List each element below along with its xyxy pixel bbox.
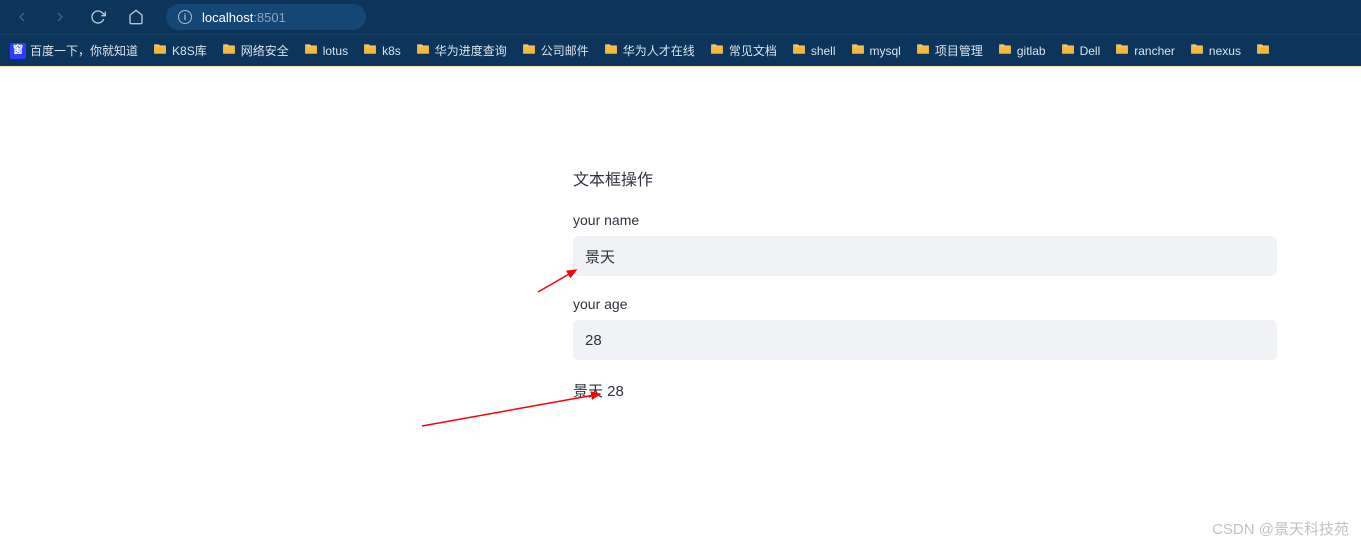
bookmark-label: 项目管理	[935, 42, 983, 59]
bookmark-label: lotus	[323, 44, 348, 58]
bookmark-item[interactable]: mysql	[846, 40, 905, 61]
bookmark-label: shell	[811, 44, 836, 58]
home-button[interactable]	[122, 3, 150, 31]
folder-icon	[221, 42, 237, 59]
bookmark-item[interactable]: shell	[787, 40, 840, 61]
age-input[interactable]	[573, 320, 1277, 360]
folder-icon	[1255, 42, 1271, 59]
age-label: your age	[573, 296, 1277, 312]
folder-icon	[1189, 42, 1205, 59]
name-label: your name	[573, 212, 1277, 228]
site-info-icon[interactable]: i	[178, 10, 192, 24]
name-input[interactable]	[573, 236, 1277, 276]
folder-icon	[915, 42, 931, 59]
folder-icon	[521, 42, 537, 59]
bookmark-item[interactable]: 网络安全	[217, 40, 293, 61]
bookmark-label: nexus	[1209, 44, 1241, 58]
bookmark-item[interactable]: K8S库	[148, 40, 211, 61]
bookmark-label: 华为人才在线	[623, 42, 695, 59]
bookmark-label: mysql	[870, 44, 901, 58]
back-button[interactable]	[8, 3, 36, 31]
bookmark-item[interactable]: 窗百度一下，你就知道	[6, 40, 142, 61]
bookmark-label: 常见文档	[729, 42, 777, 59]
bookmark-label: 百度一下，你就知道	[30, 42, 138, 59]
folder-icon	[603, 42, 619, 59]
bookmark-item[interactable]: 公司邮件	[517, 40, 593, 61]
bookmark-item[interactable]: 项目管理	[911, 40, 987, 61]
bookmark-label: gitlab	[1017, 44, 1046, 58]
bookmark-label: 华为进度查询	[435, 42, 507, 59]
bookmark-item[interactable]: gitlab	[993, 40, 1050, 61]
folder-icon	[997, 42, 1013, 59]
forward-button[interactable]	[46, 3, 74, 31]
baidu-icon: 窗	[10, 43, 26, 59]
bookmarks-bar: 窗百度一下，你就知道 K8S库 网络安全 lotus k8s 华为进度查询 公司邮件 华为人才…	[0, 34, 1361, 66]
bookmark-item[interactable]: 华为进度查询	[411, 40, 511, 61]
bookmark-item[interactable]	[1251, 40, 1279, 61]
bookmark-label: Dell	[1080, 44, 1101, 58]
output-text: 景天 28	[573, 380, 1277, 401]
bookmark-label: K8S库	[172, 42, 207, 59]
folder-icon	[709, 42, 725, 59]
folder-icon	[362, 42, 378, 59]
bookmark-label: rancher	[1134, 44, 1175, 58]
bookmark-label: k8s	[382, 44, 401, 58]
bookmark-item[interactable]: nexus	[1185, 40, 1245, 61]
divider	[0, 66, 1361, 67]
bookmark-label: 网络安全	[241, 42, 289, 59]
bookmark-item[interactable]: lotus	[299, 40, 352, 61]
folder-icon	[850, 42, 866, 59]
folder-icon	[415, 42, 431, 59]
folder-icon	[1060, 42, 1076, 59]
bookmark-item[interactable]: Dell	[1056, 40, 1105, 61]
refresh-button[interactable]	[84, 3, 112, 31]
browser-nav-bar: i localhost:8501	[0, 0, 1361, 34]
folder-icon	[152, 42, 168, 59]
bookmark-label: 公司邮件	[541, 42, 589, 59]
folder-icon	[1114, 42, 1130, 59]
bookmark-item[interactable]: 华为人才在线	[599, 40, 699, 61]
bookmark-item[interactable]: k8s	[358, 40, 405, 61]
url-text: localhost:8501	[202, 10, 286, 25]
page-title: 文本框操作	[573, 166, 1277, 190]
watermark: CSDN @景天科技苑	[1212, 518, 1349, 539]
bookmark-item[interactable]: 常见文档	[705, 40, 781, 61]
address-bar[interactable]: i localhost:8501	[166, 4, 366, 30]
bookmark-item[interactable]: rancher	[1110, 40, 1179, 61]
folder-icon	[303, 42, 319, 59]
page-content: 文本框操作 your name your age 景天 28	[0, 66, 1361, 401]
folder-icon	[791, 42, 807, 59]
